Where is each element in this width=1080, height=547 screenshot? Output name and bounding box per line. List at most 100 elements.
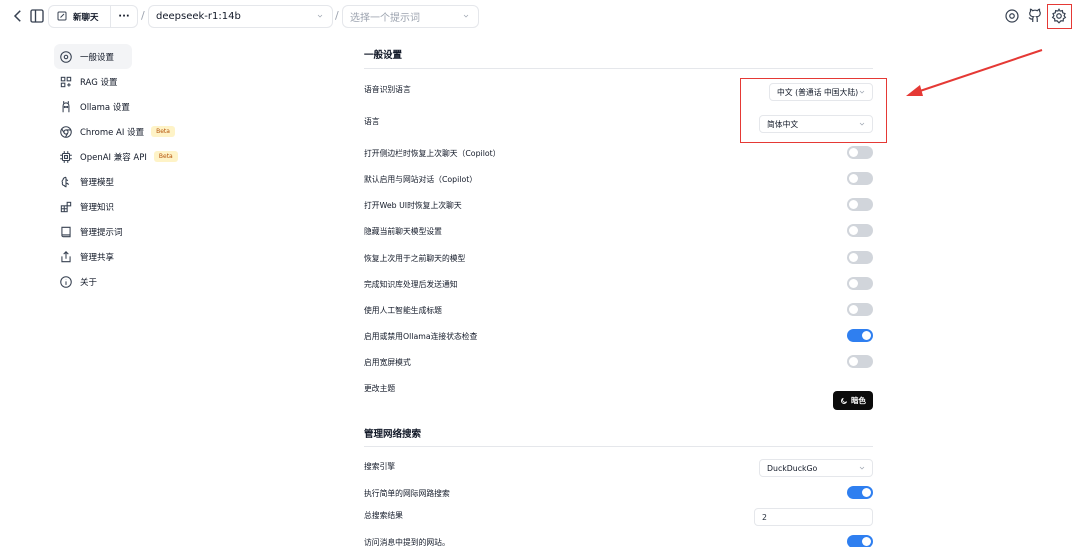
chevron-down-icon — [316, 12, 324, 23]
toggle-knob — [862, 331, 871, 340]
separator-slash: / — [141, 9, 145, 22]
chip-icon — [59, 150, 73, 164]
sidebar-item-knowledge[interactable]: 管理知识 — [54, 194, 234, 219]
toggle-label: 启用宽屏模式 — [364, 358, 411, 367]
brain-icon — [59, 175, 73, 189]
total-results-label: 总搜索结果 — [364, 511, 403, 520]
toggle-knob — [849, 305, 858, 314]
theme-label: 更改主题 — [364, 384, 396, 393]
toggle-label: 使用人工智能生成标题 — [364, 306, 442, 315]
visit-sites-label: 访问消息中提到的网站。 — [364, 538, 450, 547]
toggle-knob — [849, 279, 858, 288]
toggle-label: 完成知识库处理后发送通知 — [364, 280, 458, 289]
divider — [364, 68, 873, 69]
simple-search-toggle[interactable] — [847, 486, 873, 499]
model-select-value: deepseek-r1:14b — [156, 11, 241, 22]
toggle-label: 打开侧边栏时恢复上次聊天（Copilot） — [364, 149, 501, 158]
chrome-icon — [59, 125, 73, 139]
sidebar-item-label: RAG 设置 — [80, 77, 118, 88]
sidebar-item-label: 关于 — [80, 277, 98, 288]
sidebar-toggle-icon[interactable] — [28, 7, 46, 25]
share-icon — [59, 250, 73, 264]
new-chat-group: 新聊天 ··· — [48, 5, 138, 28]
separator-slash: / — [335, 9, 339, 22]
sidebar-item-label: Ollama 设置 — [80, 102, 130, 113]
restore-model-toggle[interactable] — [847, 251, 873, 264]
search-engine-value: DuckDuckGo — [767, 463, 818, 473]
more-button[interactable]: ··· — [111, 11, 137, 22]
beta-badge: Beta — [151, 126, 175, 137]
model-select[interactable]: deepseek-r1:14b — [148, 5, 333, 28]
toggle-knob — [862, 488, 871, 497]
annotation-box-language — [740, 78, 887, 143]
edit-icon — [56, 10, 69, 24]
general-section-title: 一般设置 — [364, 50, 403, 61]
websearch-section-title: 管理网络搜索 — [364, 429, 422, 440]
book-icon — [59, 225, 73, 239]
moon-icon — [841, 397, 848, 404]
toggle-knob — [862, 537, 871, 546]
sidebar-item-ollama[interactable]: Ollama 设置 — [54, 94, 234, 119]
search-engine-label: 搜索引擎 — [364, 462, 396, 471]
toggle-knob — [849, 226, 858, 235]
settings-sidebar: 一般设置 RAG 设置 Ollama 设置 Chrome AI 设置 Beta … — [54, 44, 234, 294]
info-icon — [59, 275, 73, 289]
website-chat-default-toggle[interactable] — [847, 172, 873, 185]
search-engine-select[interactable]: DuckDuckGo — [759, 459, 873, 477]
beta-badge: Beta — [153, 151, 178, 162]
speech-language-label: 语音识别语言 — [364, 85, 411, 94]
sidebar-item-label: OpenAI 兼容 API — [80, 152, 147, 163]
prompt-select[interactable]: 选择一个提示词 — [342, 5, 479, 28]
restore-chat-sidebar-toggle[interactable] — [847, 146, 873, 159]
simple-search-label: 执行简单的网际网路搜索 — [364, 489, 450, 498]
toggle-label: 启用或禁用Ollama连接状态检查 — [364, 332, 478, 341]
toggle-label: 隐藏当前聊天模型设置 — [364, 227, 442, 236]
ai-title-toggle[interactable] — [847, 303, 873, 316]
chevron-down-icon — [858, 464, 866, 472]
github-icon[interactable] — [1026, 7, 1044, 25]
visit-sites-toggle[interactable] — [847, 535, 873, 547]
toggle-knob — [849, 148, 858, 157]
hide-model-settings-toggle[interactable] — [847, 224, 873, 237]
new-chat-button[interactable]: 新聊天 — [73, 11, 110, 23]
blocks-icon — [59, 200, 73, 214]
sidebar-item-models[interactable]: 管理模型 — [54, 169, 234, 194]
sidebar-item-label: 管理知识 — [80, 202, 115, 213]
theme-dark-button[interactable]: 暗色 — [833, 391, 873, 410]
knowledge-notify-toggle[interactable] — [847, 277, 873, 290]
sidebar-item-label: 管理提示词 — [80, 227, 123, 238]
language-label: 语言 — [364, 117, 380, 126]
sidebar-item-label: 一般设置 — [80, 52, 115, 63]
ollama-settings-icon[interactable] — [1003, 7, 1021, 25]
back-chevron-icon[interactable] — [9, 7, 27, 25]
sidebar-item-about[interactable]: 关于 — [54, 269, 234, 294]
toggle-knob — [849, 174, 858, 183]
theme-button-label: 暗色 — [851, 396, 866, 405]
toggle-knob — [849, 253, 858, 262]
restore-chat-webui-toggle[interactable] — [847, 198, 873, 211]
sidebar-item-label: Chrome AI 设置 — [80, 127, 145, 138]
toggle-label: 打开Web UI时恢复上次聊天 — [364, 201, 462, 210]
toggle-label: 恢复上次用于之前聊天的模型 — [364, 254, 466, 263]
chevron-down-icon — [462, 12, 470, 23]
sidebar-item-label: 管理模型 — [80, 177, 115, 188]
total-results-input[interactable]: 2 — [754, 508, 873, 526]
sidebar-item-openai-api[interactable]: OpenAI 兼容 API Beta — [54, 144, 234, 169]
sidebar-item-rag[interactable]: RAG 设置 — [54, 69, 234, 94]
sidebar-item-share[interactable]: 管理共享 — [54, 244, 234, 269]
settings-circle-icon — [59, 50, 73, 64]
top-bar: 新聊天 ··· / deepseek-r1:14b / 选择一个提示词 — [0, 0, 1080, 34]
annotation-box-gear — [1047, 4, 1072, 29]
toggle-knob — [849, 357, 858, 366]
sidebar-item-prompts[interactable]: 管理提示词 — [54, 219, 234, 244]
rag-icon — [59, 75, 73, 89]
sidebar-item-general[interactable]: 一般设置 — [54, 44, 132, 69]
wide-mode-toggle[interactable] — [847, 355, 873, 368]
ollama-icon — [59, 100, 73, 114]
annotation-arrow — [906, 49, 1043, 96]
divider — [364, 446, 873, 447]
toggle-knob — [849, 200, 858, 209]
sidebar-item-label: 管理共享 — [80, 252, 115, 263]
sidebar-item-chrome-ai[interactable]: Chrome AI 设置 Beta — [54, 119, 234, 144]
ollama-status-toggle[interactable] — [847, 329, 873, 342]
